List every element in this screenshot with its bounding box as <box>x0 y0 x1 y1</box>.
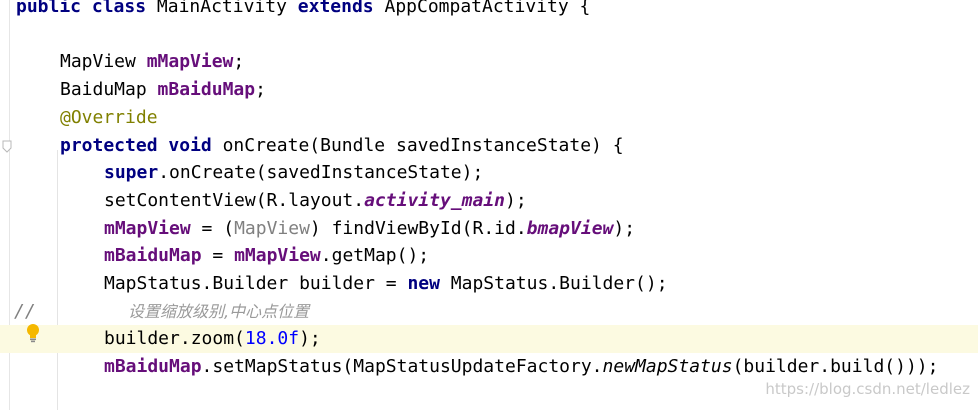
code-line[interactable]: setContentView(R.layout.activity_main); <box>0 187 978 215</box>
code-token: BaiduMap <box>60 79 158 101</box>
code-line-current[interactable]: builder.zoom(18.0f); <box>0 325 978 354</box>
code-token: MapStatus.Builder(); <box>439 273 668 294</box>
code-token: new <box>407 273 440 294</box>
code-line[interactable]: mBaiduMap.setMapStatus(MapStatusUpdateFa… <box>0 353 978 381</box>
code-token: bmapView <box>526 217 614 239</box>
code-token: mMapView <box>234 245 321 267</box>
code-token: class <box>91 0 147 17</box>
code-line[interactable]: mBaiduMap = mMapView.getMap(); <box>0 242 978 270</box>
code-line[interactable]: // 设置缩放级别,中心点位置 <box>0 298 978 326</box>
code-text: MapStatus.Builder builder = new MapStatu… <box>104 270 668 298</box>
code-line[interactable]: MapStatus.Builder builder = new MapStatu… <box>0 270 978 298</box>
code-line[interactable]: BaiduMap mBaiduMap; <box>0 76 978 104</box>
code-token: 18.0f <box>244 328 300 350</box>
code-token: activity_main <box>364 189 505 211</box>
code-token: onCreate(Bundle savedInstanceState) { <box>211 134 624 156</box>
code-token: = <box>201 245 235 267</box>
comment-text: 设置缩放级别,中心点位置 <box>128 301 310 321</box>
code-token: mMapView <box>146 51 234 73</box>
code-token: ) findViewById(R.id. <box>309 217 527 239</box>
code-token: MapView <box>234 217 310 239</box>
code-line[interactable]: super.onCreate(savedInstanceState); <box>0 159 978 187</box>
code-editor[interactable]: public class MainActivity extends AppCom… <box>0 0 978 410</box>
code-token: = ( <box>190 217 235 239</box>
code-text: setContentView(R.layout.activity_main); <box>104 187 527 215</box>
code-token: MapStatus.Builder builder = <box>104 273 408 294</box>
code-line[interactable]: @Override <box>0 104 978 132</box>
code-text: mMapView = (MapView) findViewById(R.id.b… <box>104 215 635 243</box>
code-token: @Override <box>60 106 158 128</box>
code-token: .getMap(); <box>320 245 430 267</box>
code-text: public class MainActivity extends AppCom… <box>16 0 590 21</box>
code-line[interactable]: mMapView = (MapView) findViewById(R.id.b… <box>0 215 978 243</box>
fold-marker-icon[interactable] <box>2 140 12 154</box>
comment-slashes: // <box>14 300 36 322</box>
code-token: ); <box>504 189 527 211</box>
code-text: builder.zoom(18.0f); <box>104 325 321 353</box>
code-token: builder.zoom( <box>104 328 245 350</box>
code-token: setContentView(R.layout. <box>104 189 365 211</box>
code-token: ; <box>233 51 245 73</box>
code-line[interactable]: public class MainActivity extends AppCom… <box>0 0 978 21</box>
watermark: https://blog.csdn.net/ledlez <box>765 380 970 398</box>
code-text: protected void onCreate(Bundle savedInst… <box>60 132 624 160</box>
code-text: MapView mMapView; <box>60 48 244 76</box>
code-token: ); <box>613 217 636 239</box>
code-text: BaiduMap mBaiduMap; <box>60 76 266 104</box>
code-token: protected <box>60 134 158 156</box>
code-text: super.onCreate(savedInstanceState); <box>104 159 483 187</box>
code-token: ; <box>255 79 266 101</box>
code-token: extends <box>297 0 374 17</box>
code-token: void <box>168 134 212 156</box>
code-text: @Override <box>60 104 158 132</box>
code-text: mBaiduMap.setMapStatus(MapStatusUpdateFa… <box>104 353 938 381</box>
code-token: MainActivity <box>146 0 298 17</box>
code-token: (builder.build())); <box>732 356 939 378</box>
code-token: AppCompatActivity { <box>373 0 591 17</box>
code-token: public <box>16 0 82 17</box>
code-token: mBaiduMap <box>157 79 256 101</box>
code-token: MapView <box>60 51 147 73</box>
code-token: mBaiduMap <box>104 245 202 267</box>
code-token: newMapStatus <box>602 356 733 378</box>
code-token: mMapView <box>104 217 191 239</box>
lightbulb-icon[interactable] <box>25 323 41 343</box>
code-token: .setMapStatus(MapStatusUpdateFactory. <box>201 356 603 378</box>
code-token: super <box>104 162 159 184</box>
code-line[interactable]: MapView mMapView; <box>0 48 978 76</box>
code-line[interactable] <box>0 21 978 49</box>
code-token: .onCreate(savedInstanceState); <box>158 162 484 184</box>
code-line[interactable]: protected void onCreate(Bundle savedInst… <box>0 132 978 160</box>
code-token: mBaiduMap <box>104 356 202 378</box>
code-token: ); <box>299 328 321 350</box>
code-text: mBaiduMap = mMapView.getMap(); <box>104 242 429 270</box>
